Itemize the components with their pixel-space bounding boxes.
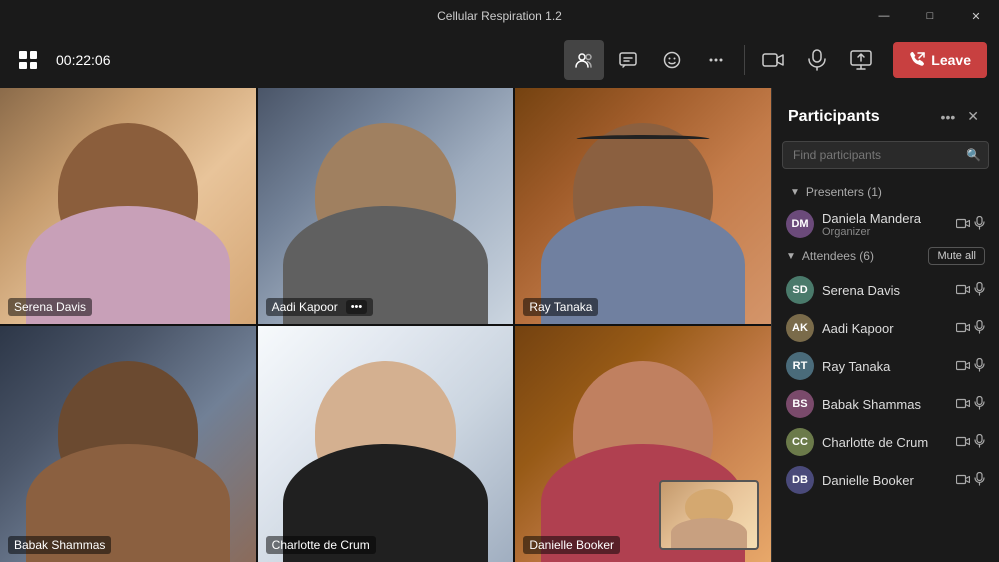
chat-button[interactable] <box>608 40 648 80</box>
video-cell-charlotte: Charlotte de Crum <box>258 326 514 562</box>
mic-icon-p <box>974 216 985 233</box>
mic-button[interactable] <box>797 40 837 80</box>
video-cell-danielle: Danielle Booker <box>515 326 771 562</box>
maximize-button[interactable]: □ <box>907 0 953 32</box>
app-icon <box>12 44 44 76</box>
aadi-more-button[interactable]: ••• <box>346 300 368 314</box>
search-box: 🔍 <box>782 141 989 169</box>
sidebar-title: Participants <box>788 108 880 126</box>
avatar-serena: SD <box>786 276 814 304</box>
attendee-name-aadi: Aadi Kapoor <box>822 321 948 336</box>
camera-button[interactable] <box>753 40 793 80</box>
video-label-babak: Babak Shammas <box>8 536 111 554</box>
presenter-icons-daniela <box>956 216 985 233</box>
mic-icon-c <box>974 434 985 451</box>
cam-icon-d <box>956 473 970 488</box>
avatar-danielle: DB <box>786 466 814 494</box>
attendee-row-danielle[interactable]: DB Danielle Booker <box>776 461 995 499</box>
avatar-daniela: DM <box>786 210 814 238</box>
mic-icon <box>808 49 826 71</box>
avatar-charlotte: CC <box>786 428 814 456</box>
attendee-row-aadi[interactable]: AK Aadi Kapoor <box>776 309 995 347</box>
leave-button[interactable]: Leave <box>893 42 987 78</box>
search-input[interactable] <box>782 141 989 169</box>
presenter-sub-daniela: Organizer <box>822 226 948 238</box>
avatar-ray: RT <box>786 352 814 380</box>
attendee-row-ray[interactable]: RT Ray Tanaka <box>776 347 995 385</box>
attendee-name-ray: Ray Tanaka <box>822 359 948 374</box>
sidebar-header-actions: ••• ✕ <box>937 104 983 129</box>
sidebar: Participants ••• ✕ 🔍 ▼ Presenters (1) DM <box>771 88 999 562</box>
presenters-section-label: ▼ Presenters (1) <box>776 181 995 205</box>
participants-button[interactable] <box>564 40 604 80</box>
top-bar: 00:22:06 <box>0 32 999 88</box>
title-bar: Cellular Respiration 1.2 — □ ✕ <box>0 0 999 32</box>
attendee-name-danielle: Danielle Booker <box>822 473 948 488</box>
presenter-name-daniela: Daniela Mandera <box>822 211 948 226</box>
video-label-danielle: Danielle Booker <box>523 536 620 554</box>
cam-icon <box>956 217 970 232</box>
mic-icon-b <box>974 396 985 413</box>
video-label-ray: Ray Tanaka <box>523 298 598 316</box>
presenter-row-daniela[interactable]: DM Daniela Mandera Organizer <box>776 205 995 243</box>
video-label-serena: Serena Davis <box>8 298 92 316</box>
self-preview <box>659 480 759 550</box>
participants-icon <box>574 50 594 70</box>
main-area: Serena Davis Aadi Kapoor ••• <box>0 88 999 562</box>
participant-list: ▼ Presenters (1) DM Daniela Mandera Orga… <box>772 181 999 562</box>
share-icon <box>850 50 872 70</box>
phone-icon <box>909 52 925 68</box>
video-cell-ray: Ray Tanaka <box>515 88 771 324</box>
sidebar-more-button[interactable]: ••• <box>937 104 960 129</box>
cam-icon-s <box>956 283 970 298</box>
more-button[interactable] <box>696 40 736 80</box>
search-icon: 🔍 <box>966 148 981 162</box>
window-title: Cellular Respiration 1.2 <box>437 9 562 23</box>
cam-icon-b <box>956 397 970 412</box>
cam-icon-r <box>956 359 970 374</box>
attendee-row-babak[interactable]: BS Babak Shammas <box>776 385 995 423</box>
chat-icon <box>618 50 638 70</box>
video-label-charlotte: Charlotte de Crum <box>266 536 376 554</box>
attendee-name-babak: Babak Shammas <box>822 397 948 412</box>
share-button[interactable] <box>841 40 881 80</box>
more-icon <box>706 50 726 70</box>
cam-icon-a <box>956 321 970 336</box>
video-cell-serena: Serena Davis <box>0 88 256 324</box>
camera-icon <box>762 51 784 69</box>
attendees-chevron: ▼ <box>786 251 796 262</box>
divider <box>744 45 745 75</box>
close-button[interactable]: ✕ <box>953 0 999 32</box>
avatar-aadi: AK <box>786 314 814 342</box>
mute-all-button[interactable]: Mute all <box>928 247 985 265</box>
video-grid: Serena Davis Aadi Kapoor ••• <box>0 88 771 562</box>
call-timer: 00:22:06 <box>56 52 111 68</box>
avatar-babak: BS <box>786 390 814 418</box>
video-cell-aadi: Aadi Kapoor ••• Mute <box>258 88 514 324</box>
video-cell-babak: Babak Shammas <box>0 326 256 562</box>
cam-icon-c <box>956 435 970 450</box>
sidebar-close-button[interactable]: ✕ <box>963 104 983 129</box>
teams-grid-icon <box>19 51 37 69</box>
reactions-icon <box>662 50 682 70</box>
sidebar-header: Participants ••• ✕ <box>772 88 999 141</box>
mic-icon-d <box>974 472 985 489</box>
video-label-aadi: Aadi Kapoor ••• <box>266 298 374 316</box>
mic-icon-s <box>974 282 985 299</box>
mic-icon-a <box>974 320 985 337</box>
reactions-button[interactable] <box>652 40 692 80</box>
attendee-name-serena: Serena Davis <box>822 283 948 298</box>
attendee-row-serena[interactable]: SD Serena Davis <box>776 271 995 309</box>
mic-icon-r <box>974 358 985 375</box>
attendee-name-charlotte: Charlotte de Crum <box>822 435 948 450</box>
attendees-section-row: ▼ Attendees (6) Mute all <box>776 243 995 271</box>
attendee-row-charlotte[interactable]: CC Charlotte de Crum <box>776 423 995 461</box>
presenters-chevron: ▼ <box>790 187 800 198</box>
top-bar-actions: Leave <box>564 40 987 80</box>
window-controls: — □ ✕ <box>861 0 999 32</box>
minimize-button[interactable]: — <box>861 0 907 32</box>
leave-label: Leave <box>931 52 971 68</box>
